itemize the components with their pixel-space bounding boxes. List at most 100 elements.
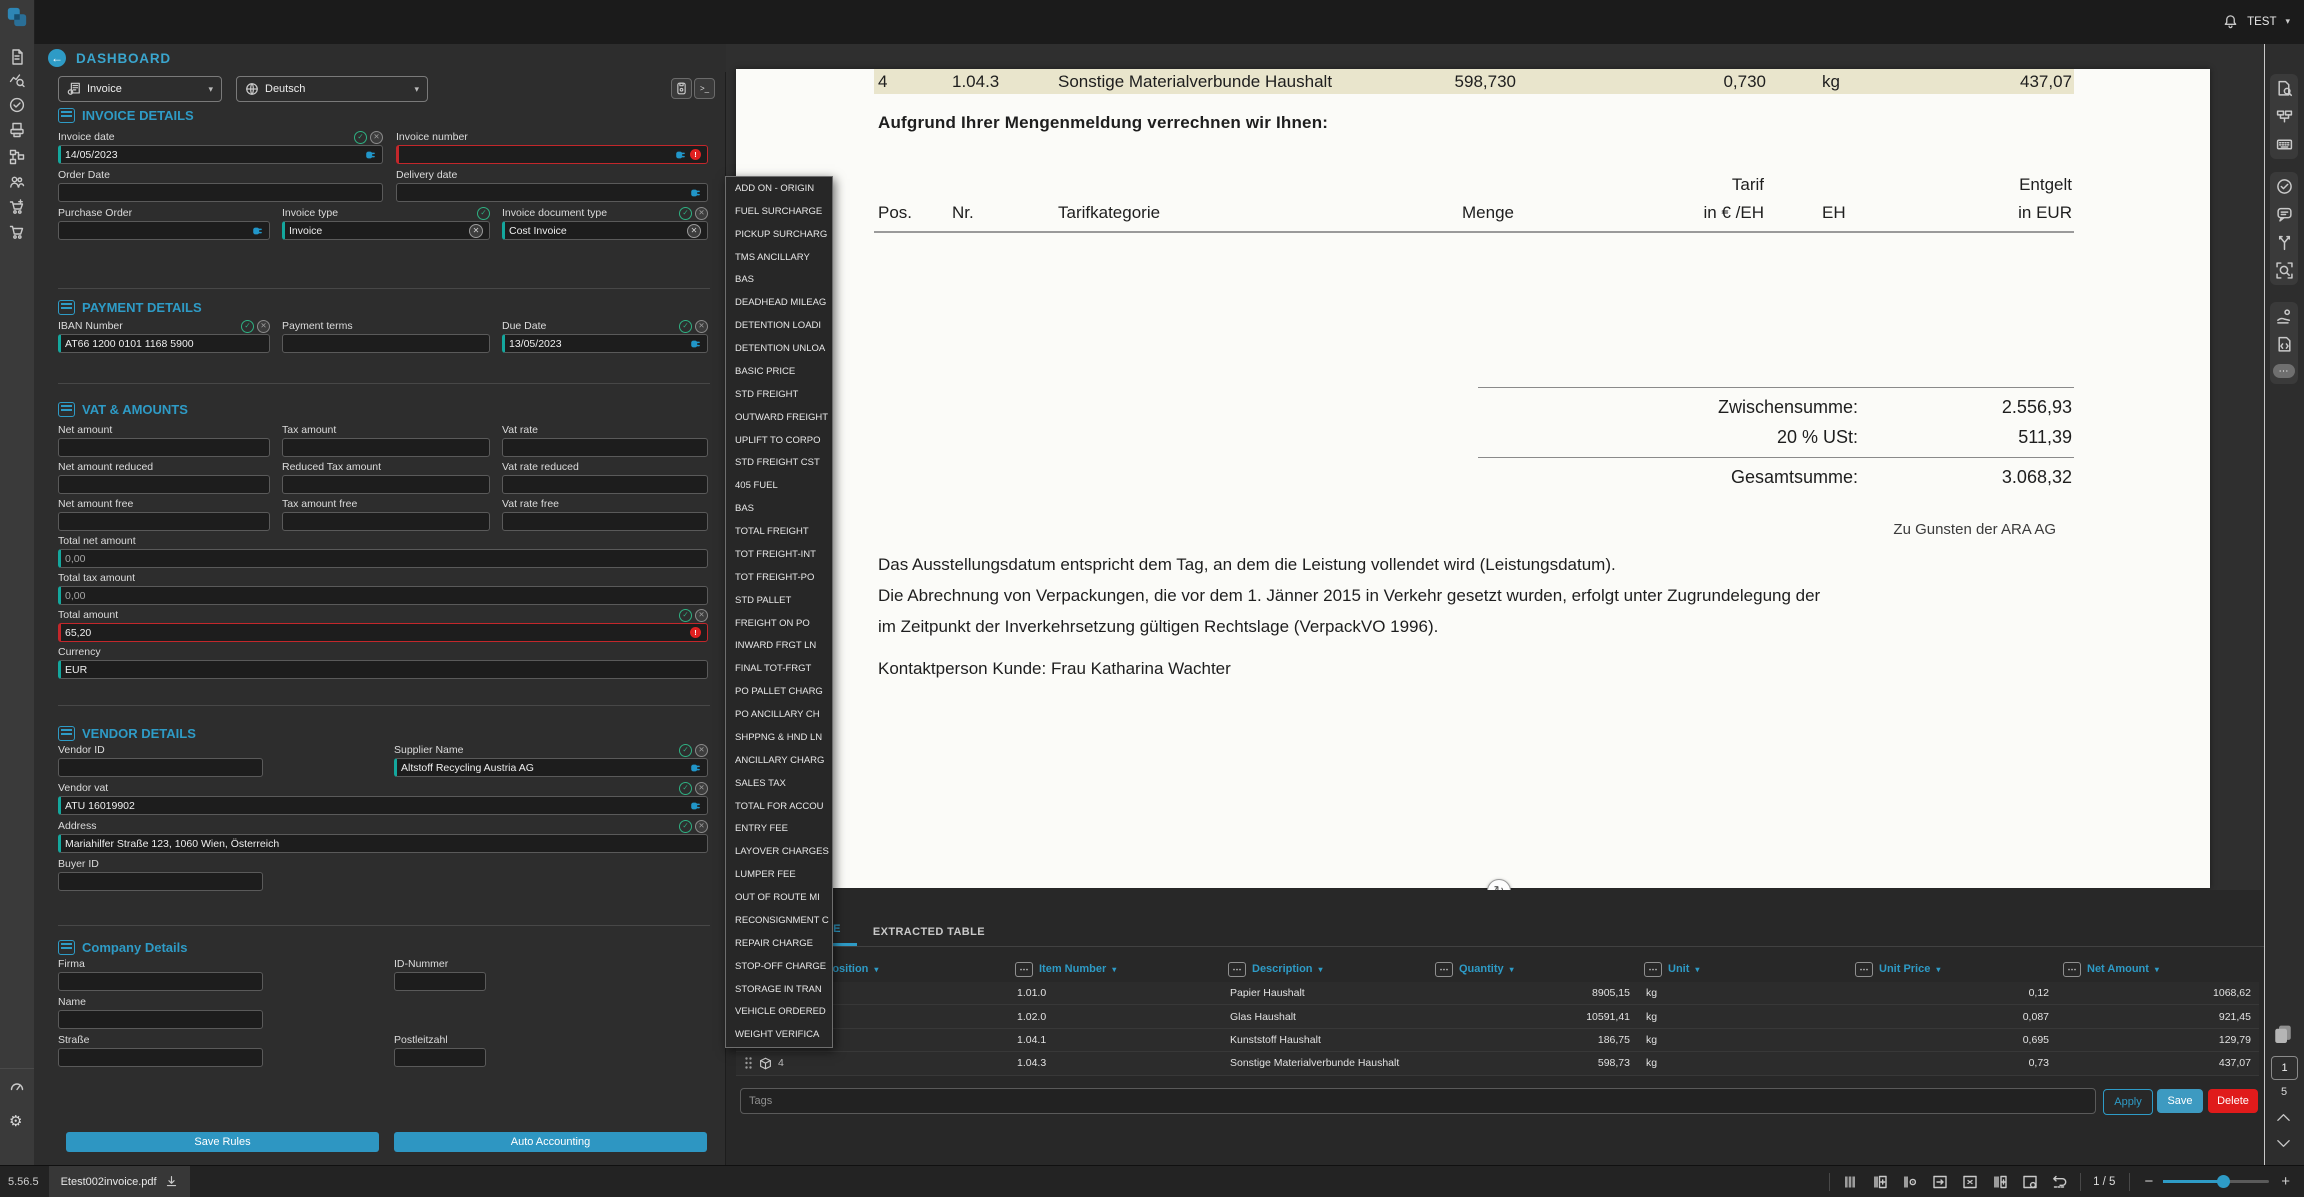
- column-header-unit[interactable]: ⋯Unit▾: [1638, 956, 1849, 982]
- reduced-tax-amount-input[interactable]: [282, 475, 490, 494]
- table-row[interactable]: 1 1.01.0 Papier Haushalt 8905,15 kg 0,12…: [736, 982, 2259, 1005]
- sidebar-item-invoices[interactable]: [9, 122, 25, 138]
- next-page-icon[interactable]: [2276, 1138, 2291, 1149]
- dropdown-option[interactable]: RECONSIGNMENT C: [726, 909, 832, 932]
- dropdown-option[interactable]: REPAIR CHARGE: [726, 932, 832, 955]
- validated-icon[interactable]: ✓: [241, 320, 254, 333]
- dropdown-option[interactable]: PO ANCILLARY CH: [726, 703, 832, 726]
- dropdown-option[interactable]: BASIC PRICE: [726, 360, 832, 383]
- order-date-input[interactable]: [58, 183, 383, 202]
- clear-table-icon[interactable]: [1962, 1174, 1978, 1190]
- clear-field-icon[interactable]: ✕: [695, 609, 708, 622]
- dropdown-option[interactable]: FUEL SURCHARGE: [726, 200, 832, 223]
- dropdown-option[interactable]: TOTAL FOR ACCOU: [726, 795, 832, 818]
- clear-value-icon[interactable]: ✕: [469, 224, 483, 238]
- validated-icon[interactable]: ✓: [679, 820, 692, 833]
- purchase-order-input[interactable]: [58, 221, 270, 240]
- dropdown-option[interactable]: OUT OF ROUTE MI: [726, 886, 832, 909]
- sort-caret-icon[interactable]: ▾: [1510, 965, 1514, 974]
- dropdown-option[interactable]: DETENTION UNLOA: [726, 337, 832, 360]
- column-menu-icon[interactable]: ⋯: [1228, 962, 1246, 977]
- validated-icon[interactable]: ✓: [679, 744, 692, 757]
- save-rules-button[interactable]: Save Rules: [66, 1132, 379, 1152]
- clear-field-icon[interactable]: ✕: [370, 131, 383, 144]
- dropdown-option[interactable]: LUMPER FEE: [726, 863, 832, 886]
- sidebar-item-approvals[interactable]: [9, 97, 25, 113]
- sort-caret-icon[interactable]: ▾: [2155, 965, 2159, 974]
- dashboard-gauge-icon[interactable]: [9, 1078, 25, 1094]
- tab-extracted-table[interactable]: EXTRACTED TABLE: [857, 918, 1001, 946]
- dropdown-option[interactable]: TMS ANCILLARY: [726, 246, 832, 269]
- validated-icon[interactable]: ✓: [679, 207, 692, 220]
- net-amount-reduced-input[interactable]: [58, 475, 270, 494]
- document-type-select[interactable]: Invoice ▾: [58, 76, 222, 102]
- zoom-slider[interactable]: [2163, 1180, 2269, 1183]
- invoice-type-input[interactable]: Invoice ✕: [282, 221, 490, 240]
- open-file-chip[interactable]: Etest002invoice.pdf: [49, 1166, 190, 1197]
- buyer-id-input[interactable]: [58, 872, 263, 891]
- validated-icon[interactable]: ✓: [354, 131, 367, 144]
- column-header-description[interactable]: ⋯Description▾: [1222, 956, 1429, 982]
- table-settings-icon[interactable]: [2022, 1174, 2038, 1190]
- dropdown-option[interactable]: STD PALLET: [726, 589, 832, 612]
- clear-field-icon[interactable]: ✕: [695, 320, 708, 333]
- total-amount-input[interactable]: 65,20 !: [58, 623, 708, 642]
- dropdown-option[interactable]: VEHICLE ORDERED: [726, 1001, 832, 1024]
- column-menu-icon[interactable]: ⋯: [2063, 962, 2081, 977]
- dropdown-option[interactable]: ADD ON - ORIGIN: [726, 177, 832, 200]
- validated-icon[interactable]: ✓: [679, 609, 692, 622]
- table-row[interactable]: 3 1.04.1 Kunststoff Haushalt 186,75 kg 0…: [736, 1029, 2259, 1052]
- ai-fill-icon[interactable]: [365, 149, 376, 161]
- due-date-input[interactable]: 13/05/2023: [502, 334, 708, 353]
- tags-input[interactable]: [740, 1088, 2096, 1114]
- ocr-icon[interactable]: [2276, 262, 2293, 279]
- dropdown-option[interactable]: ANCILLARY CHARG: [726, 749, 832, 772]
- table-columns-icon[interactable]: [1842, 1174, 1858, 1190]
- dropdown-option[interactable]: UPLIFT TO CORPO: [726, 429, 832, 452]
- previous-page-icon[interactable]: [2276, 1112, 2291, 1123]
- sidebar-item-purchase-add[interactable]: [9, 199, 25, 215]
- dropdown-option[interactable]: 405 FUEL: [726, 474, 832, 497]
- column-menu-icon[interactable]: ⋯: [1644, 962, 1662, 977]
- sort-caret-icon[interactable]: ▾: [1112, 965, 1116, 974]
- app-logo[interactable]: [6, 6, 28, 28]
- terminal-button[interactable]: >_: [694, 78, 715, 99]
- export-button[interactable]: [671, 78, 692, 99]
- zoom-slider-thumb[interactable]: [2217, 1175, 2230, 1188]
- ai-fill-icon[interactable]: [252, 225, 263, 237]
- save-button[interactable]: Save: [2157, 1089, 2203, 1113]
- handover-icon[interactable]: [2276, 308, 2293, 325]
- column-header-net-amount[interactable]: ⋯Net Amount▾: [2057, 956, 2259, 982]
- sidebar-item-analytics[interactable]: [9, 72, 25, 88]
- sidebar-item-documents[interactable]: [9, 49, 25, 65]
- dropdown-option[interactable]: WEIGHT VERIFICA: [726, 1023, 832, 1046]
- auto-accounting-button[interactable]: Auto Accounting: [394, 1132, 707, 1152]
- dropdown-option[interactable]: DETENTION LOADI: [726, 314, 832, 337]
- total-net-amount-input[interactable]: 0,00: [58, 549, 708, 568]
- dropdown-option[interactable]: BAS: [726, 269, 832, 292]
- add-column-icon[interactable]: [1872, 1174, 1888, 1190]
- comments-icon[interactable]: [2276, 206, 2293, 223]
- payment-terms-input[interactable]: [282, 334, 490, 353]
- current-page-input[interactable]: 1: [2271, 1056, 2298, 1080]
- zoom-in-button[interactable]: +: [2281, 1173, 2290, 1190]
- validated-icon[interactable]: ✓: [679, 320, 692, 333]
- ai-fill-icon[interactable]: [675, 149, 686, 161]
- iban-input[interactable]: AT66 1200 0101 1168 5900: [58, 334, 270, 353]
- validated-icon[interactable]: ✓: [477, 207, 490, 220]
- column-header-quantity[interactable]: ⋯Quantity▾: [1429, 956, 1638, 982]
- clear-field-icon[interactable]: ✕: [695, 744, 708, 757]
- dropdown-option[interactable]: FREIGHT ON PO: [726, 612, 832, 635]
- undo-layout-icon[interactable]: [2052, 1174, 2068, 1190]
- invoice-date-input[interactable]: 14/05/2023: [58, 145, 383, 164]
- split-add-icon[interactable]: [1992, 1174, 2008, 1190]
- account-menu[interactable]: TEST: [2247, 16, 2276, 28]
- clear-field-icon[interactable]: ✕: [695, 207, 708, 220]
- strasse-input[interactable]: [58, 1048, 263, 1067]
- dropdown-option[interactable]: STD FREIGHT: [726, 383, 832, 406]
- vendor-vat-input[interactable]: ATU 16019902: [58, 796, 708, 815]
- vendor-id-input[interactable]: [58, 758, 263, 777]
- dropdown-option[interactable]: SHPPNG & HND LN: [726, 726, 832, 749]
- dropdown-option[interactable]: PICKUP SURCHARG: [726, 223, 832, 246]
- ai-fill-icon[interactable]: [690, 338, 701, 350]
